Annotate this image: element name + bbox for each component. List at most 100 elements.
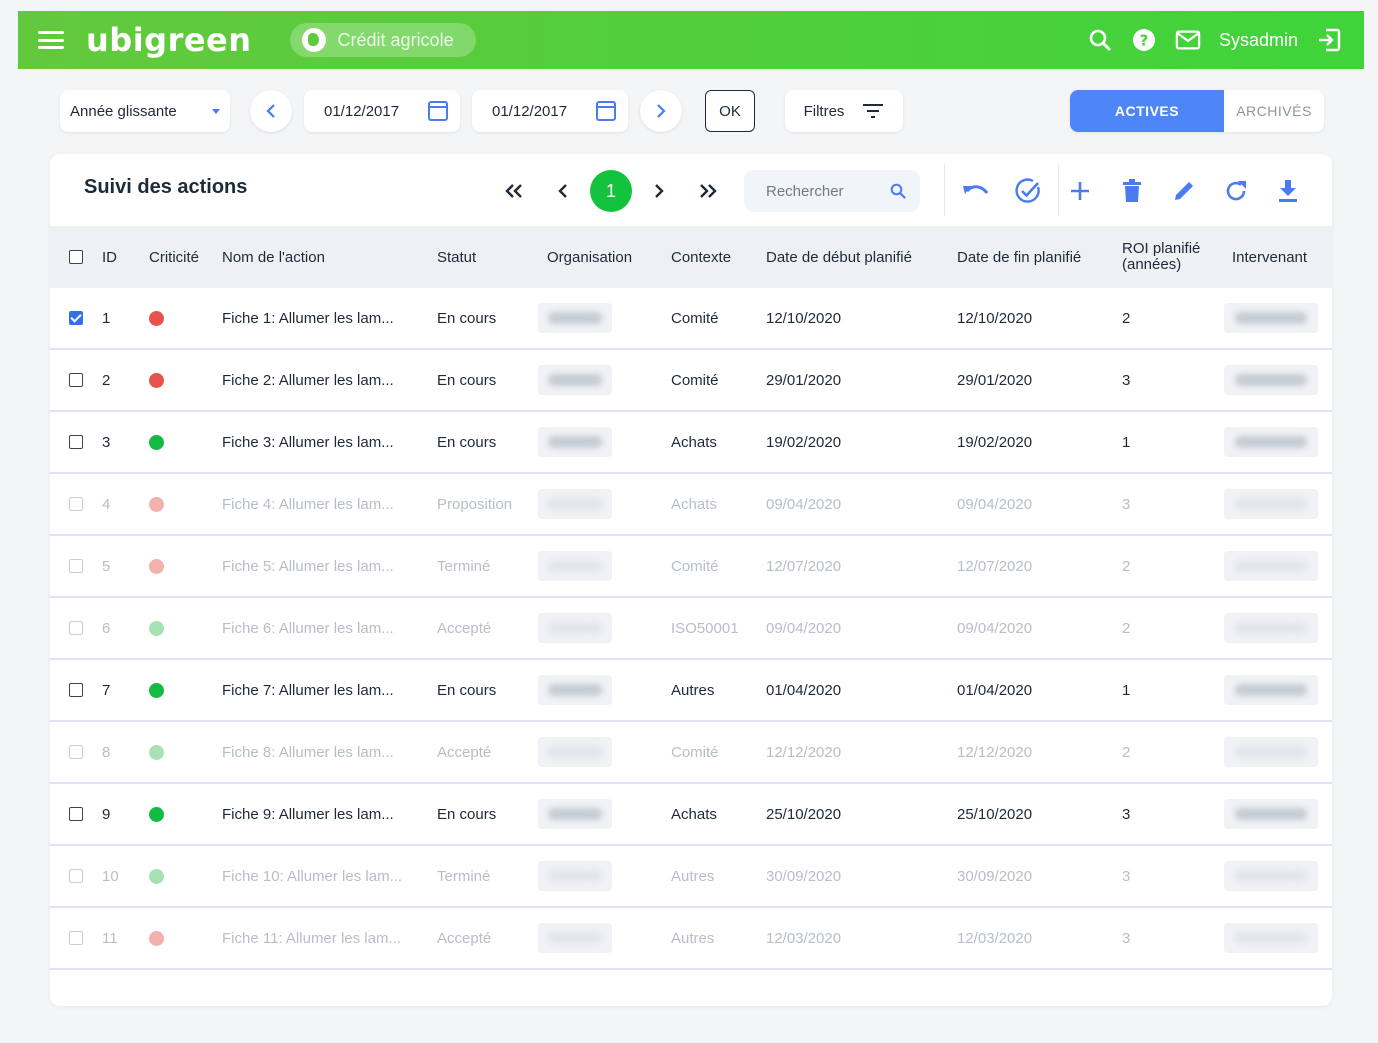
- search-box: [744, 170, 920, 212]
- undo-button[interactable]: [950, 170, 1002, 212]
- organisation-redacted: [538, 861, 612, 891]
- user-name[interactable]: Sysadmin: [1219, 30, 1298, 51]
- next-page-button[interactable]: [644, 170, 674, 212]
- row-id: 7: [102, 681, 111, 699]
- menu-icon[interactable]: [38, 29, 64, 51]
- table-row[interactable]: 8 Fiche 8: Allumer les lam... Accepté Co…: [50, 722, 1332, 784]
- edit-button[interactable]: [1158, 170, 1210, 212]
- row-end-date: 12/07/2020: [957, 557, 1033, 575]
- filters-label: Filtres: [803, 102, 845, 120]
- pencil-icon: [1175, 182, 1193, 200]
- top-bar: ubigreen Crédit agricole ? Sysadmin: [18, 11, 1364, 69]
- previous-page-button[interactable]: [548, 170, 578, 212]
- calendar-icon[interactable]: [428, 101, 448, 121]
- row-status: Accepté: [437, 929, 492, 947]
- header-date-fin[interactable]: Date de fin planifié: [957, 226, 1081, 288]
- header-statut[interactable]: Statut: [437, 226, 476, 288]
- row-end-date: 12/03/2020: [957, 929, 1033, 947]
- header-nom[interactable]: Nom de l'action: [222, 226, 325, 288]
- row-start-date: 09/04/2020: [766, 495, 842, 513]
- row-action-name[interactable]: Fiche 9: Allumer les lam...: [222, 784, 394, 844]
- mail-icon[interactable]: [1175, 27, 1201, 53]
- end-date-input[interactable]: 01/12/2017: [472, 90, 628, 132]
- table-row[interactable]: 11 Fiche 11: Allumer les lam... Accepté …: [50, 908, 1332, 970]
- table-row[interactable]: 5 Fiche 5: Allumer les lam... Terminé Co…: [50, 536, 1332, 598]
- table-row[interactable]: 4 Fiche 4: Allumer les lam... Propositio…: [50, 474, 1332, 536]
- tab-actives[interactable]: ACTIVES: [1070, 90, 1224, 132]
- row-checkbox[interactable]: [69, 931, 83, 945]
- header-intervenant[interactable]: Intervenant: [1232, 226, 1307, 288]
- row-roi: 1: [1122, 681, 1131, 699]
- row-action-name[interactable]: Fiche 4: Allumer les lam...: [222, 474, 394, 534]
- current-page[interactable]: 1: [590, 170, 632, 212]
- row-checkbox[interactable]: [69, 311, 83, 325]
- row-action-name[interactable]: Fiche 10: Allumer les lam...: [222, 846, 402, 906]
- header-date-debut[interactable]: Date de début planifié: [766, 226, 912, 288]
- tab-archived[interactable]: ARCHIVÉS: [1224, 90, 1324, 132]
- table-row[interactable]: 6 Fiche 6: Allumer les lam... Accepté IS…: [50, 598, 1332, 660]
- row-checkbox[interactable]: [69, 497, 83, 511]
- search-icon[interactable]: [1087, 27, 1113, 53]
- row-action-name[interactable]: Fiche 5: Allumer les lam...: [222, 536, 394, 596]
- header-criticite[interactable]: Criticité: [149, 226, 199, 288]
- row-action-name[interactable]: Fiche 1: Allumer les lam...: [222, 288, 394, 348]
- chevron-right-icon: [655, 184, 664, 198]
- plus-icon: [1071, 182, 1089, 200]
- add-action-button[interactable]: [1054, 170, 1106, 212]
- row-status: En cours: [437, 309, 497, 327]
- criticality-dot: [149, 868, 164, 884]
- next-period-button[interactable]: [640, 90, 682, 132]
- first-page-button[interactable]: [500, 170, 530, 212]
- help-icon[interactable]: ?: [1131, 27, 1157, 53]
- previous-period-button[interactable]: [250, 90, 292, 132]
- start-date-input[interactable]: 01/12/2017: [304, 90, 460, 132]
- row-action-name[interactable]: Fiche 11: Allumer les lam...: [222, 908, 401, 968]
- row-status: Proposition: [437, 495, 513, 513]
- ok-button[interactable]: OK: [705, 90, 755, 132]
- download-button[interactable]: [1262, 170, 1314, 212]
- table-row[interactable]: 1 Fiche 1: Allumer les lam... En cours C…: [50, 288, 1332, 350]
- table-row[interactable]: 10 Fiche 10: Allumer les lam... Terminé …: [50, 846, 1332, 908]
- row-checkbox[interactable]: [69, 559, 83, 573]
- row-action-name[interactable]: Fiche 3: Allumer les lam...: [222, 412, 394, 472]
- row-checkbox[interactable]: [69, 745, 83, 759]
- filters-button[interactable]: Filtres: [785, 90, 903, 132]
- period-select[interactable]: Année glissante: [60, 90, 230, 132]
- svg-text:?: ?: [1140, 32, 1149, 50]
- last-page-button[interactable]: [692, 170, 722, 212]
- table-row[interactable]: 7 Fiche 7: Allumer les lam... En cours A…: [50, 660, 1332, 722]
- table-row[interactable]: 3 Fiche 3: Allumer les lam... En cours A…: [50, 412, 1332, 474]
- intervenant-redacted: [1224, 489, 1318, 519]
- row-context: Autres: [671, 929, 715, 947]
- search-icon[interactable]: [890, 183, 906, 199]
- row-checkbox[interactable]: [69, 435, 83, 449]
- validate-button[interactable]: [1002, 170, 1054, 212]
- calendar-icon[interactable]: [596, 101, 616, 121]
- row-checkbox[interactable]: [69, 621, 83, 635]
- row-roi: 2: [1122, 743, 1131, 761]
- app-logo[interactable]: ubigreen: [86, 21, 252, 59]
- row-checkbox[interactable]: [69, 373, 83, 387]
- header-id[interactable]: ID: [102, 226, 117, 288]
- delete-button[interactable]: [1106, 170, 1158, 212]
- row-action-name[interactable]: Fiche 2: Allumer les lam...: [222, 350, 394, 410]
- table-row[interactable]: 2 Fiche 2: Allumer les lam... En cours C…: [50, 350, 1332, 412]
- row-action-name[interactable]: Fiche 8: Allumer les lam...: [222, 722, 394, 782]
- intervenant-redacted: [1224, 303, 1318, 333]
- row-checkbox[interactable]: [69, 869, 83, 883]
- row-action-name[interactable]: Fiche 7: Allumer les lam...: [222, 660, 394, 720]
- row-checkbox[interactable]: [69, 807, 83, 821]
- search-input[interactable]: [766, 182, 876, 200]
- row-status: Terminé: [437, 867, 491, 885]
- logout-icon[interactable]: [1316, 27, 1342, 53]
- select-all-checkbox[interactable]: [69, 250, 83, 264]
- header-roi[interactable]: ROI planifié (années): [1122, 226, 1200, 288]
- table-row[interactable]: 9 Fiche 9: Allumer les lam... En cours A…: [50, 784, 1332, 846]
- header-contexte[interactable]: Contexte: [671, 226, 731, 288]
- refresh-button[interactable]: [1210, 170, 1262, 212]
- organization-selector[interactable]: Crédit agricole: [289, 23, 476, 57]
- row-checkbox[interactable]: [69, 683, 83, 697]
- row-end-date: 12/12/2020: [957, 743, 1033, 761]
- header-organisation[interactable]: Organisation: [547, 226, 632, 288]
- row-action-name[interactable]: Fiche 6: Allumer les lam...: [222, 598, 394, 658]
